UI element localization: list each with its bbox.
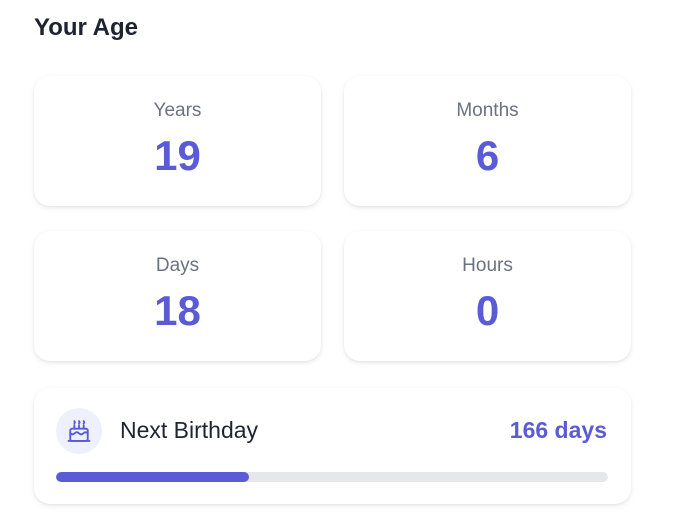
stat-label: Days xyxy=(155,255,200,276)
stat-value: 0 xyxy=(475,287,500,334)
page-title: Your Age xyxy=(34,14,139,41)
birthday-cake-icon xyxy=(67,420,91,442)
stat-card-hours: Hours 0 xyxy=(344,231,631,361)
birthday-progress-fill xyxy=(56,472,250,482)
stat-label: Hours xyxy=(462,255,513,276)
stat-card-months: Months 6 xyxy=(344,76,631,206)
next-birthday-card: Next Birthday 166 days xyxy=(34,388,631,504)
stat-value: 19 xyxy=(154,132,201,179)
stat-label: Months xyxy=(456,100,519,121)
stat-card-years: Years 19 xyxy=(34,76,321,206)
next-birthday-days: 166 days xyxy=(509,417,607,443)
stat-label: Years xyxy=(153,100,202,121)
stat-value: 6 xyxy=(475,132,500,179)
next-birthday-label: Next Birthday xyxy=(120,417,259,443)
birthday-icon-badge xyxy=(56,408,102,454)
birthday-progress-track xyxy=(56,472,608,482)
stat-card-days: Days 18 xyxy=(34,231,321,361)
stat-value: 18 xyxy=(154,287,201,334)
